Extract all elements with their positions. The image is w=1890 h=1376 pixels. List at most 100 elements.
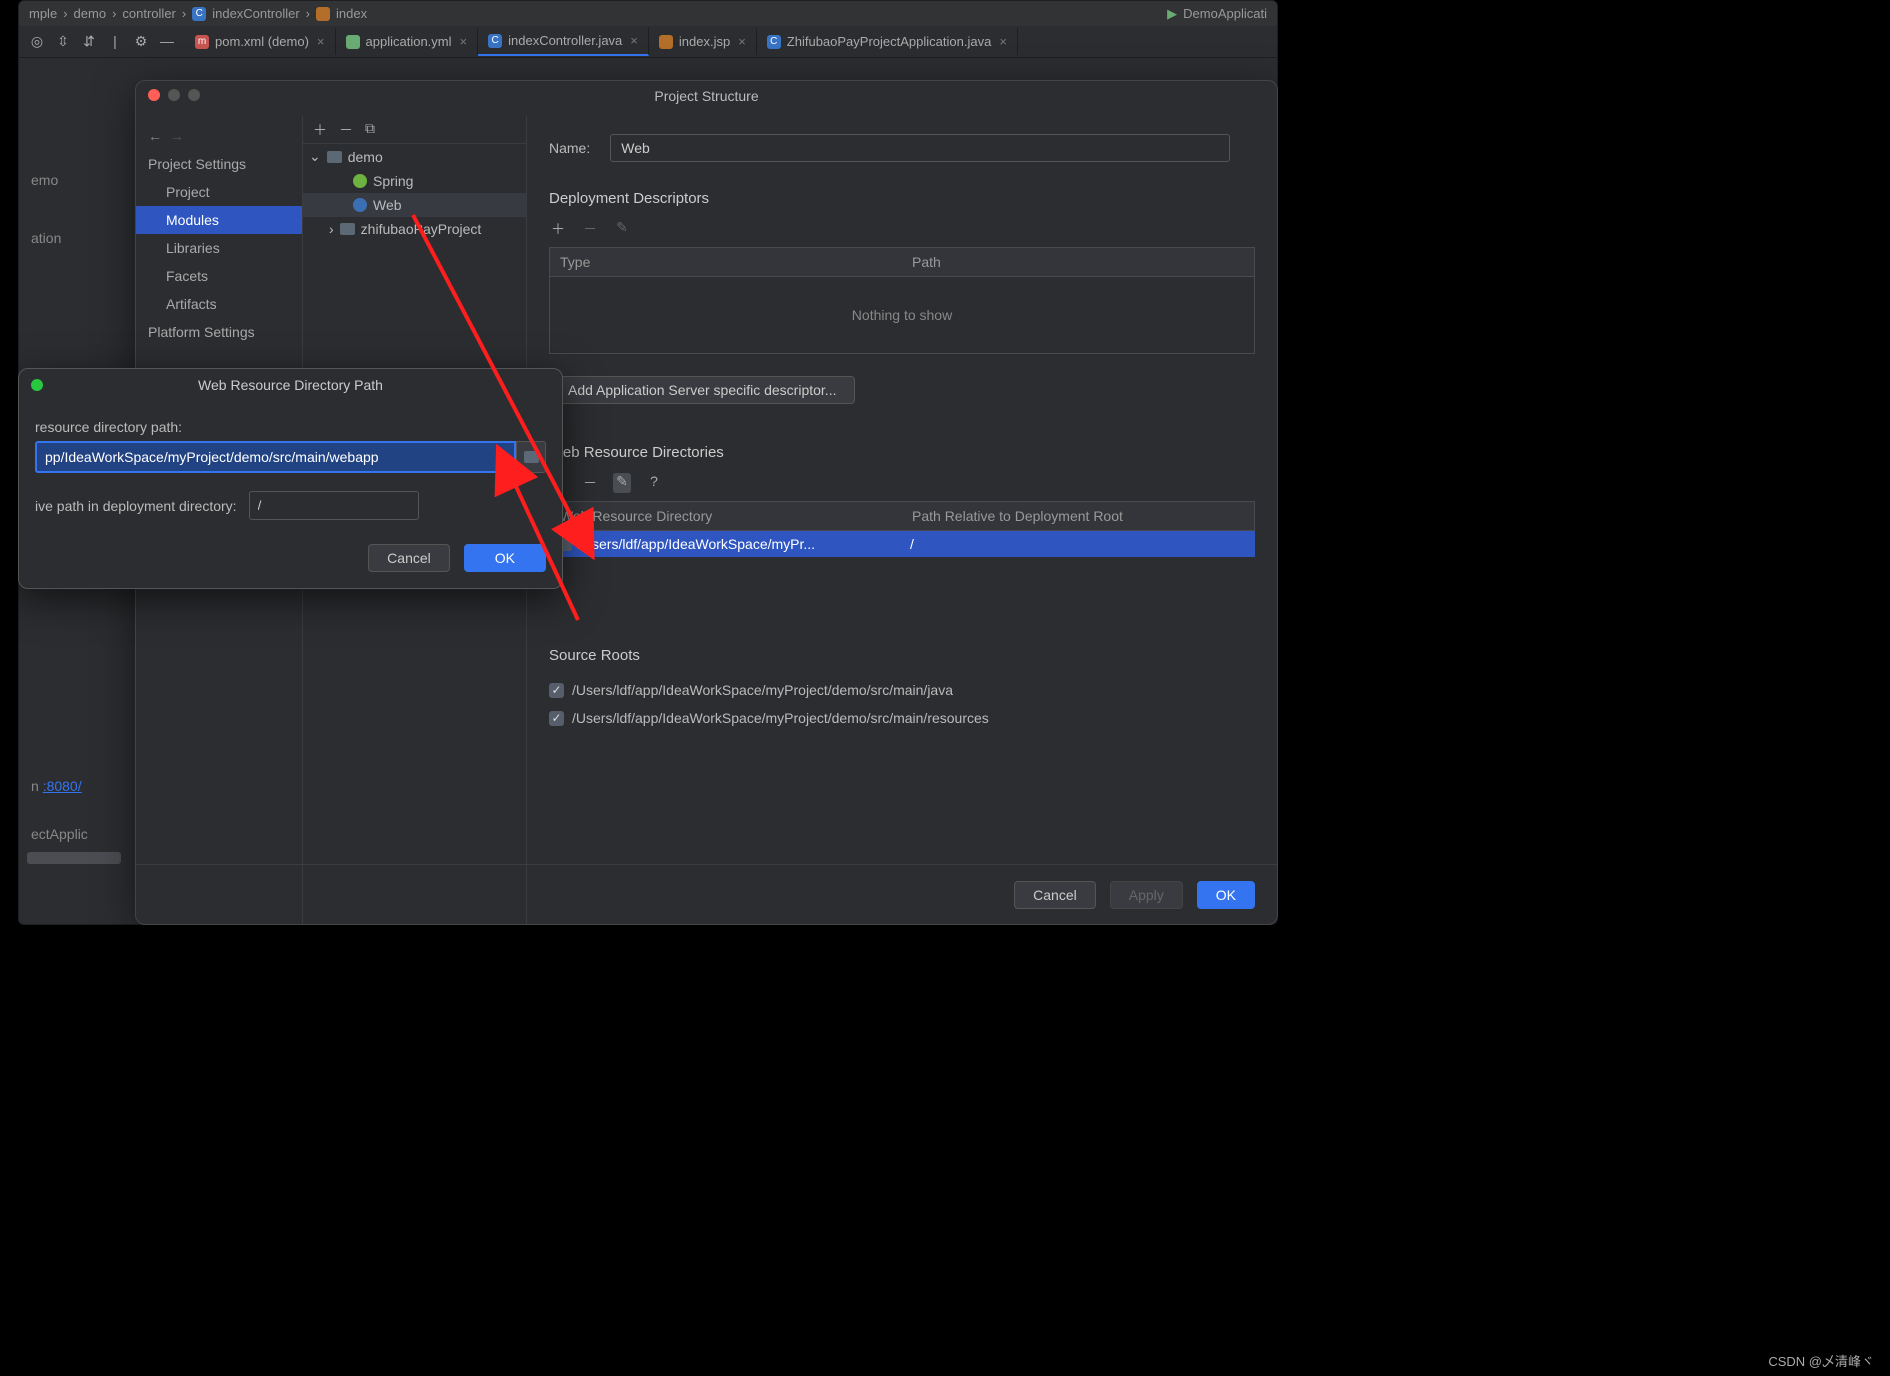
crumb[interactable]: mple [29, 6, 57, 21]
chevron-right-icon: › [329, 221, 334, 237]
nav-artifacts[interactable]: Artifacts [136, 290, 302, 318]
tree-web[interactable]: Web [303, 193, 526, 217]
name-input[interactable] [610, 134, 1230, 162]
dialog-title: Project Structure [654, 88, 758, 104]
table-header: Type Path [549, 247, 1255, 277]
ok-button[interactable]: OK [1197, 881, 1255, 909]
spring-icon [353, 174, 367, 188]
tab-app[interactable]: C ZhifubaoPayProjectApplication.java × [757, 28, 1018, 55]
close-icon[interactable]: × [999, 34, 1007, 49]
java-icon: C [767, 35, 781, 49]
yaml-icon [346, 35, 360, 49]
tab-jsp[interactable]: index.jsp × [649, 28, 757, 55]
text-frag: ectApplic [27, 820, 121, 848]
expand-icon[interactable]: ⇳ [55, 33, 71, 50]
directory-path-input[interactable] [35, 441, 516, 473]
run-config[interactable]: DemoApplicati [1183, 6, 1267, 21]
hide-icon[interactable]: — [159, 33, 175, 50]
edit-icon: ✎ [613, 219, 631, 239]
back-icon[interactable]: ← [148, 128, 162, 144]
checkbox-icon[interactable]: ✓ [549, 683, 564, 698]
editor-tabs: ◎ ⇳ ⇵ | ⚙ — mpom.xml (demo)× application… [19, 26, 1277, 58]
web-resource-row[interactable]: /Users/ldf/app/IdeaWorkSpace/myPr... / [549, 531, 1255, 557]
fwd-icon[interactable]: → [170, 128, 184, 144]
relative-path-label: ive path in deployment directory: [35, 498, 237, 514]
browse-button[interactable] [516, 441, 546, 473]
window-dot[interactable] [31, 379, 43, 391]
nav-header: Platform Settings [136, 318, 302, 346]
table-header: Web Resource Directory Path Relative to … [549, 501, 1255, 531]
crumb[interactable]: indexController [212, 6, 299, 21]
path-label: /Users/ldf/app/IdeaWorkSpace/myProject/d… [572, 682, 953, 698]
add-server-descriptor-button[interactable]: Add Application Server specific descript… [549, 376, 855, 404]
breadcrumb: mple› demo› controller› C indexControlle… [19, 1, 1277, 26]
source-root-item[interactable]: ✓ /Users/ldf/app/IdeaWorkSpace/myProject/… [549, 676, 1255, 704]
dialog-footer: Cancel Apply OK [136, 864, 1277, 924]
copy-icon[interactable]: ⧉ [365, 120, 375, 139]
crumb[interactable]: index [336, 6, 367, 21]
col-webdir: Web Resource Directory [550, 502, 902, 530]
close-dot[interactable] [148, 89, 160, 101]
nav-modules[interactable]: Modules [136, 206, 302, 234]
tree-zhifubao[interactable]: ›zhifubaoPayProject [303, 217, 526, 241]
add-icon[interactable]: ＋ [549, 219, 567, 239]
tab-pom[interactable]: mpom.xml (demo)× [185, 28, 336, 55]
empty-state: Nothing to show [549, 277, 1255, 354]
edit-icon[interactable]: ✎ [613, 473, 631, 493]
nav-facets[interactable]: Facets [136, 262, 302, 290]
col-path: Path [902, 248, 1254, 276]
cancel-button[interactable]: Cancel [368, 544, 450, 572]
col-relpath: Path Relative to Deployment Root [902, 502, 1254, 530]
remove-icon[interactable]: － [581, 473, 599, 493]
col-type: Type [550, 248, 902, 276]
tool-icons: ◎ ⇳ ⇵ | ⚙ — [19, 33, 185, 50]
watermark: CSDN @乄清峰ヾ [1768, 1351, 1874, 1370]
cell-value: /Users/ldf/app/IdeaWorkSpace/myPr... [578, 536, 815, 552]
tab-indexcontroller[interactable]: CindexController.java × [478, 27, 649, 56]
remove-icon[interactable]: － [339, 120, 353, 139]
close-icon[interactable]: × [630, 33, 638, 48]
name-label: Name: [549, 140, 590, 156]
run-icon[interactable]: ▶ [1167, 6, 1177, 22]
jsp-icon [659, 35, 673, 49]
source-root-item[interactable]: ✓/Users/ldf/app/IdeaWorkSpace/myProject/… [549, 704, 1255, 732]
collapse-icon[interactable]: ⇵ [81, 33, 97, 50]
ok-button[interactable]: OK [464, 544, 546, 572]
text-frag: n [31, 778, 43, 794]
java-icon: C [488, 34, 502, 48]
tab-yml[interactable]: application.yml × [336, 28, 479, 55]
method-icon [316, 7, 330, 21]
nav-libraries[interactable]: Libraries [136, 234, 302, 262]
nav-project[interactable]: Project [136, 178, 302, 206]
tab-label: indexController.java [508, 33, 622, 48]
help-icon[interactable]: ? [645, 473, 663, 493]
module-details: Name: Deployment Descriptors ＋ － ✎ Type … [527, 116, 1277, 864]
tab-label: ZhifubaoPayProjectApplication.java [787, 34, 992, 49]
tree-demo[interactable]: ⌄demo [303, 144, 526, 169]
web-icon [353, 198, 367, 212]
close-icon[interactable]: × [738, 34, 746, 49]
gear-icon[interactable]: ⚙ [133, 33, 149, 50]
min-dot[interactable] [168, 89, 180, 101]
cancel-button[interactable]: Cancel [1014, 881, 1096, 909]
nav-header: Project Settings [136, 150, 302, 178]
folder-icon [340, 223, 355, 235]
close-icon[interactable]: × [460, 34, 468, 49]
web-resource-path-dialog: Web Resource Directory Path resource dir… [18, 368, 563, 589]
add-icon[interactable]: ＋ [313, 120, 327, 139]
tab-label: index.jsp [679, 34, 730, 49]
folder-icon [524, 451, 539, 463]
crumb[interactable]: demo [74, 6, 107, 21]
port-link[interactable]: :8080/ [43, 778, 82, 794]
class-icon: C [192, 7, 206, 21]
target-icon[interactable]: ◎ [29, 33, 45, 50]
maven-icon: m [195, 35, 209, 49]
max-dot[interactable] [188, 89, 200, 101]
relative-path-input[interactable] [249, 491, 419, 520]
tree-spring[interactable]: Spring [303, 169, 526, 193]
scrollbar[interactable] [27, 852, 121, 864]
crumb[interactable]: controller [122, 6, 175, 21]
close-icon[interactable]: × [317, 34, 325, 49]
tab-label: application.yml [366, 34, 452, 49]
checkbox-icon[interactable]: ✓ [549, 711, 564, 726]
